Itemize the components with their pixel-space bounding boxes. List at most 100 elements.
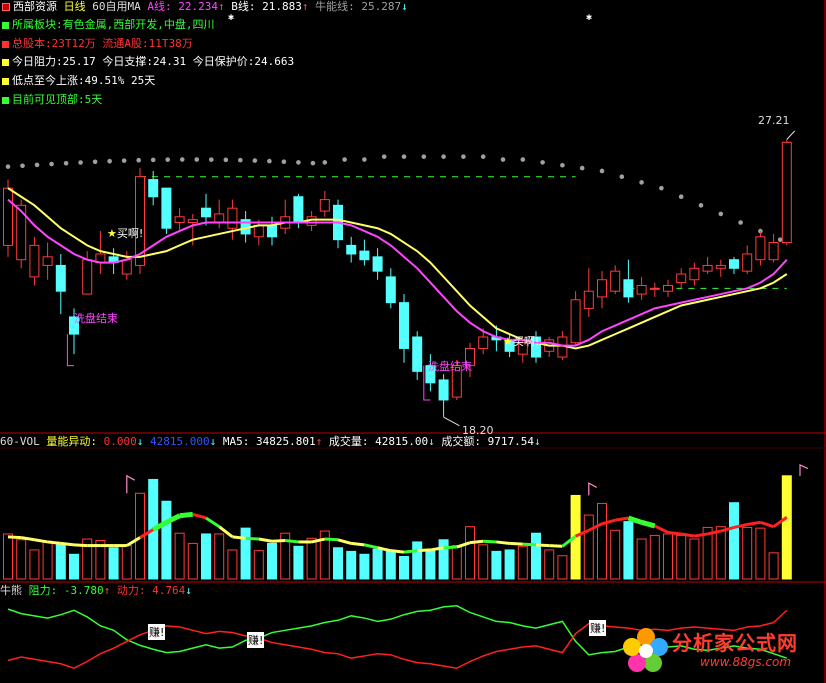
watermark-title: 分析家公式网	[672, 631, 798, 655]
volume-bar	[359, 553, 370, 580]
resistance-dot	[381, 154, 387, 159]
candle-body	[82, 259, 93, 295]
volume-bar	[412, 541, 423, 580]
candle-body	[623, 279, 634, 298]
volume-bar	[174, 532, 185, 580]
resistance-dot	[223, 157, 229, 163]
candle-body	[187, 219, 198, 223]
candle-body	[267, 224, 277, 238]
candle-body	[663, 284, 673, 292]
vol-amount-value: 9717.54	[487, 435, 534, 448]
volume-bar	[451, 545, 462, 580]
volume-ma-line	[614, 516, 629, 522]
vol-p2-value: 42815.000	[150, 435, 210, 448]
resistance-dot	[150, 157, 156, 163]
volume-ma-line	[7, 535, 22, 540]
flag-icon	[799, 463, 809, 476]
resistance-dot	[678, 194, 684, 200]
volume-bar	[253, 550, 264, 580]
resistance-dot	[107, 158, 112, 164]
candle-body	[227, 207, 238, 229]
vol-amount-label: 成交额:	[441, 435, 488, 448]
candle-body	[346, 244, 357, 255]
candle-body	[636, 284, 647, 295]
volume-bar	[267, 542, 277, 580]
resistance-dot	[49, 161, 54, 167]
green-square-icon	[2, 96, 9, 104]
resistance-dot	[194, 157, 200, 162]
volume-bar	[557, 555, 568, 580]
resistance-dot	[738, 220, 743, 225]
candle-body	[729, 259, 739, 269]
resistance-dot	[63, 160, 69, 166]
volume-ma-line	[443, 545, 457, 550]
candle-body	[702, 264, 713, 272]
volume-bar	[438, 539, 449, 580]
bull-header: 牛熊 阻力: -3.780↑ 动力: 4.764↓	[0, 584, 192, 597]
resistance-dot	[238, 157, 243, 163]
vol-p1-value: 0.000	[103, 435, 137, 448]
resistance-dot	[659, 185, 664, 191]
volume-ma-line	[654, 524, 669, 534]
volume-bar	[214, 533, 225, 580]
star-icon: ★	[503, 335, 513, 348]
resistance-dot	[342, 157, 347, 162]
volume-ma-line	[258, 537, 273, 543]
resistance-dot	[20, 163, 25, 169]
volume-ma-line	[759, 520, 775, 529]
wash-end-marker	[66, 334, 74, 367]
candle-body	[372, 256, 383, 272]
resistance-dot	[579, 165, 585, 171]
volume-header: 60-VOL 量能异动: 0.000↓ 42815.000↓ MA5: 3482…	[0, 435, 541, 448]
volume-bar	[29, 549, 40, 580]
resistance-dot	[698, 203, 704, 208]
resistance-dot	[639, 180, 644, 185]
watermark-url: www.88gs.com	[700, 655, 792, 669]
volume-bar	[240, 527, 251, 580]
candle-body	[610, 270, 621, 292]
period-label[interactable]: 日线	[64, 0, 86, 13]
earn-badge-3: 赚!	[589, 620, 607, 636]
a-line-label: A线:	[147, 0, 179, 13]
resistance-dot	[421, 154, 427, 159]
volume-bar	[768, 552, 779, 580]
volume-bar	[55, 544, 66, 580]
a-line-value: 22.234	[178, 0, 218, 13]
candle-body	[676, 273, 687, 284]
high-price-pointer	[786, 130, 796, 140]
resistance-dot	[401, 154, 407, 159]
resistance-dot	[34, 162, 40, 168]
resistance-dot	[461, 154, 466, 159]
volume-bar	[16, 539, 27, 580]
info-shares: 总股本:23T12万 流通A股:11T38万	[0, 37, 193, 51]
candle-body	[42, 256, 53, 266]
volume-bar	[597, 502, 607, 580]
stock-icon	[2, 3, 10, 11]
candle-body	[214, 213, 225, 223]
resistance-dot	[362, 157, 367, 162]
earn-badge-1: 赚!	[148, 624, 166, 640]
vol-indicator-name[interactable]: 60-VOL	[0, 435, 40, 448]
volume-ma-line	[496, 540, 510, 545]
volume-ma-line	[417, 548, 431, 553]
indicator-name[interactable]: 60自用MA	[92, 0, 141, 13]
volume-bar	[42, 540, 53, 580]
resistance-dot	[520, 157, 526, 162]
candle-body	[755, 236, 766, 261]
volume-ma-line	[324, 537, 339, 542]
bull-pow-label: 动力:	[116, 584, 153, 597]
volume-bar	[649, 534, 660, 580]
resistance-dot	[267, 158, 272, 164]
resistance-dot	[718, 211, 724, 217]
volume-ma-line	[285, 538, 299, 544]
candle-body	[478, 336, 489, 349]
volume-ma-line	[364, 543, 378, 550]
volume-bar	[636, 538, 647, 580]
volume-bar	[121, 545, 132, 580]
yellow-square-icon	[2, 58, 9, 66]
volume-bar	[201, 533, 211, 580]
candle-body	[29, 244, 40, 278]
bull-indicator-name[interactable]: 牛熊	[0, 584, 22, 597]
volume-bar	[715, 526, 726, 580]
kline-chart[interactable]: ✱ ✱	[0, 0, 826, 683]
